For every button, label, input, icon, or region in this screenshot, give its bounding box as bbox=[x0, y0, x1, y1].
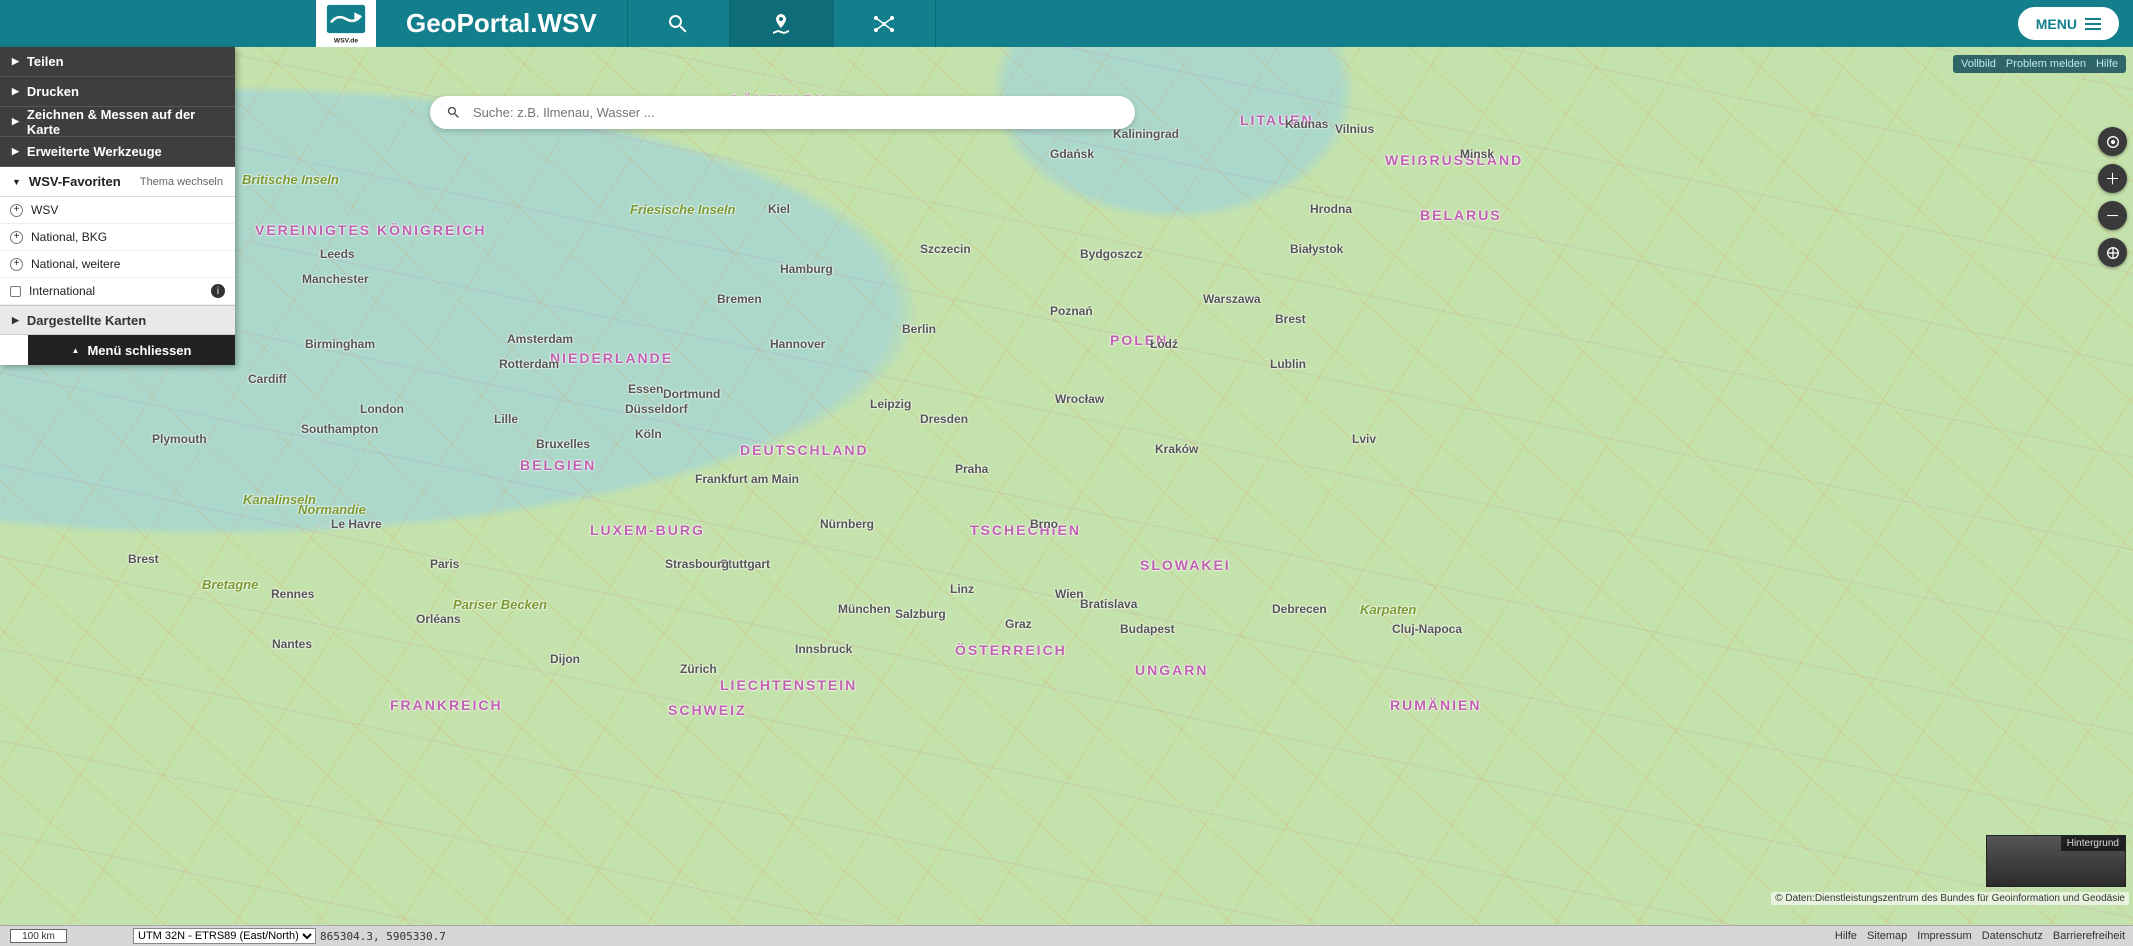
tool-drucken[interactable]: ▶ Drucken bbox=[0, 77, 235, 107]
srs-select[interactable]: UTM 32N - ETRS89 (East/North) bbox=[133, 928, 316, 944]
side-panel: ▶ Teilen ▶ Drucken ▶ Zeichnen & Messen auf … bbox=[0, 47, 235, 365]
network-icon bbox=[872, 12, 896, 36]
content-area: VEREINIGTES KÖNIGREICHDEUTSCHLANDFRANKRE… bbox=[0, 47, 2133, 925]
hintergrund-label: Hintergrund bbox=[2061, 836, 2125, 851]
expand-icon: + bbox=[10, 204, 23, 217]
search-icon bbox=[446, 105, 461, 120]
nav-network[interactable] bbox=[833, 0, 936, 47]
displayed-maps[interactable]: ▶ Dargestellte Karten bbox=[0, 305, 235, 335]
footer-impressum[interactable]: Impressum bbox=[1917, 930, 1971, 942]
menu-button[interactable]: MENU bbox=[2018, 7, 2119, 40]
favorites-title: WSV-Favoriten bbox=[29, 174, 121, 189]
svg-text:WSV.de: WSV.de bbox=[334, 37, 358, 44]
label: Erweiterte Werkzeuge bbox=[27, 144, 162, 159]
footer-sitemap[interactable]: Sitemap bbox=[1867, 930, 1907, 942]
label: WSV bbox=[31, 203, 58, 217]
tool-erweitert[interactable]: ▶ Erweiterte Werkzeuge bbox=[0, 137, 235, 167]
header-spacer-right bbox=[936, 0, 2004, 47]
header-spacer-left bbox=[0, 0, 316, 47]
favorites-header[interactable]: ▼ WSV-Favoriten Thema wechseln bbox=[0, 167, 235, 197]
link-hilfe[interactable]: Hilfe bbox=[2096, 58, 2118, 70]
extent-button[interactable] bbox=[2098, 238, 2127, 267]
link-vollbild[interactable]: Vollbild bbox=[1961, 58, 1996, 70]
info-icon[interactable]: i bbox=[211, 284, 225, 298]
theme-switch-link[interactable]: Thema wechseln bbox=[140, 176, 223, 188]
label: Teilen bbox=[27, 54, 64, 69]
search-icon bbox=[666, 12, 690, 36]
chevron-right-icon: ▶ bbox=[12, 116, 19, 127]
tree-wsv[interactable]: + WSV bbox=[0, 197, 235, 224]
footer-datenschutz[interactable]: Datenschutz bbox=[1982, 930, 2043, 942]
status-bar: 100 km UTM 32N - ETRS89 (East/North) 865… bbox=[0, 925, 2133, 946]
map-pin-icon bbox=[769, 12, 793, 36]
search-input[interactable] bbox=[473, 105, 1119, 120]
map-attribution: © Daten:Dienstleistungszentrum des Bunde… bbox=[1771, 892, 2129, 905]
locate-button[interactable] bbox=[2098, 127, 2127, 156]
scale-indicator: 100 km bbox=[10, 929, 67, 943]
close-menu-button[interactable]: ▲ Menü schliessen bbox=[28, 335, 235, 365]
chevron-right-icon: ▶ bbox=[12, 146, 19, 157]
wsv-logo[interactable]: WSV.de bbox=[316, 0, 376, 47]
globe-extent-icon bbox=[2105, 245, 2121, 261]
tree-national-weitere[interactable]: + National, weitere bbox=[0, 251, 235, 278]
tree-national-bkg[interactable]: + National, BKG bbox=[0, 224, 235, 251]
label: International bbox=[29, 284, 95, 298]
app-header: WSV.de GeoPortal.WSV MENU bbox=[0, 0, 2133, 47]
expand-icon: + bbox=[10, 258, 23, 271]
footer-barrierefreiheit[interactable]: Barrierefreiheit bbox=[2053, 930, 2125, 942]
expand-icon: + bbox=[10, 231, 23, 244]
tree-international[interactable]: International i bbox=[0, 278, 235, 305]
zoom-in-button[interactable]: ＋ bbox=[2098, 164, 2127, 193]
label: National, weitere bbox=[31, 257, 120, 271]
nav-search[interactable] bbox=[627, 0, 730, 47]
label: Drucken bbox=[27, 84, 79, 99]
checkbox-icon[interactable] bbox=[10, 286, 21, 297]
label: Dargestellte Karten bbox=[27, 313, 146, 328]
chevron-right-icon: ▶ bbox=[12, 56, 19, 67]
menu-button-label: MENU bbox=[2036, 16, 2077, 32]
chevron-down-icon: ▼ bbox=[12, 177, 21, 187]
footer-links: Hilfe Sitemap Impressum Datenschutz Barr… bbox=[1835, 930, 2125, 942]
footer-hilfe[interactable]: Hilfe bbox=[1835, 930, 1857, 942]
locate-icon bbox=[2105, 134, 2121, 150]
quick-links: Vollbild Problem melden Hilfe bbox=[1953, 55, 2126, 73]
map-controls: ＋ － bbox=[2098, 127, 2127, 267]
label: National, BKG bbox=[31, 230, 107, 244]
tool-zeichnen-messen[interactable]: ▶ Zeichnen & Messen auf der Karte bbox=[0, 107, 235, 137]
chevron-right-icon: ▶ bbox=[12, 315, 19, 326]
label: Menü schliessen bbox=[87, 343, 191, 358]
map-search[interactable] bbox=[430, 96, 1135, 129]
chevron-right-icon: ▶ bbox=[12, 86, 19, 97]
background-switcher[interactable]: Hintergrund bbox=[1986, 835, 2126, 887]
map-canvas[interactable] bbox=[0, 47, 2133, 925]
zoom-out-button[interactable]: － bbox=[2098, 201, 2127, 230]
link-problem-melden[interactable]: Problem melden bbox=[2006, 58, 2086, 70]
hamburger-icon bbox=[2085, 18, 2101, 30]
label: Zeichnen & Messen auf der Karte bbox=[27, 107, 223, 137]
nav-map[interactable] bbox=[730, 0, 833, 47]
tool-teilen[interactable]: ▶ Teilen bbox=[0, 47, 235, 77]
wave-arrow-icon: WSV.de bbox=[326, 4, 366, 44]
chevron-up-icon: ▲ bbox=[72, 346, 80, 355]
app-title: GeoPortal.WSV bbox=[376, 0, 627, 47]
coordinates-readout: 865304.3, 5905330.7 bbox=[320, 930, 446, 943]
